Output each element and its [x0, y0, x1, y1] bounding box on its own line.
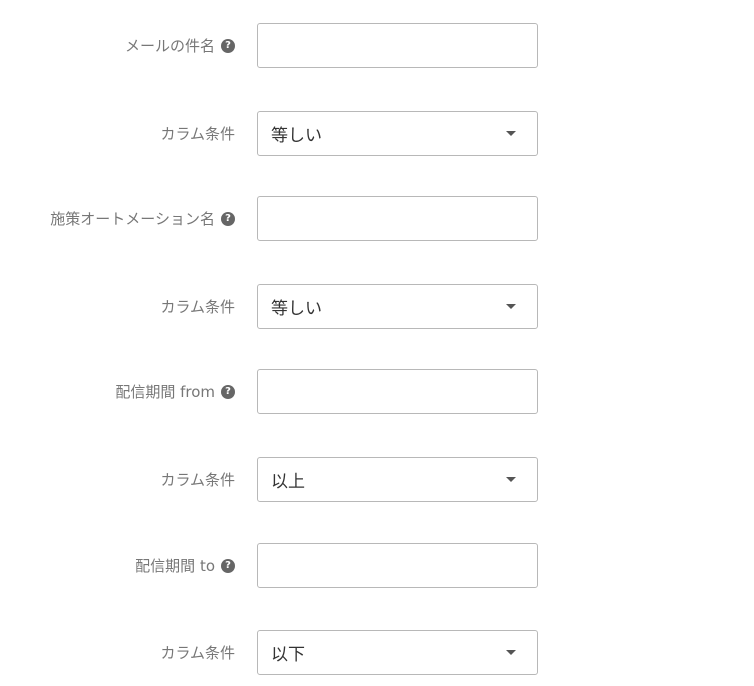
field-label: 施策オートメーション名 — [50, 210, 215, 228]
help-icon[interactable]: ? — [221, 384, 235, 399]
delivery-from-input[interactable] — [257, 369, 538, 414]
field-label: カラム条件 — [160, 471, 235, 489]
select-value: 以上 — [271, 472, 305, 492]
help-icon[interactable]: ? — [221, 211, 235, 226]
form-row-delivery-to: 配信期間 to ? — [0, 543, 754, 588]
form-row-automation-name: 施策オートメーション名 ? — [0, 196, 754, 241]
field-label-container: カラム条件 — [160, 111, 235, 156]
caret-down-icon — [506, 477, 516, 482]
form-row-column-condition: カラム条件 以下 — [0, 630, 754, 675]
help-icon[interactable]: ? — [221, 558, 235, 573]
field-label: 配信期間 from — [115, 383, 215, 401]
help-icon[interactable]: ? — [221, 38, 235, 53]
field-label: カラム条件 — [160, 298, 235, 316]
field-label-container: 施策オートメーション名 ? — [50, 196, 235, 241]
field-label-container: カラム条件 — [160, 457, 235, 502]
field-label-container: カラム条件 — [160, 284, 235, 329]
field-label: 配信期間 to — [135, 557, 215, 575]
form-row-mail-subject: メールの件名 ? — [0, 23, 754, 68]
delivery-to-input[interactable] — [257, 543, 538, 588]
form-row-column-condition: カラム条件 等しい — [0, 111, 754, 156]
caret-down-icon — [506, 304, 516, 309]
column-condition-select[interactable]: 等しい — [257, 111, 538, 156]
form-row-column-condition: カラム条件 等しい — [0, 284, 754, 329]
field-label: メールの件名 — [124, 37, 215, 55]
select-value: 等しい — [271, 299, 322, 319]
field-label-container: 配信期間 from ? — [115, 369, 235, 414]
field-label: カラム条件 — [160, 125, 235, 143]
automation-name-input[interactable] — [257, 196, 538, 241]
field-label-container: カラム条件 — [160, 630, 235, 675]
caret-down-icon — [506, 131, 516, 136]
select-value: 等しい — [271, 126, 322, 146]
column-condition-select[interactable]: 以下 — [257, 630, 538, 675]
form-row-delivery-from: 配信期間 from ? — [0, 369, 754, 414]
field-label-container: メールの件名 ? — [125, 23, 235, 68]
column-condition-select[interactable]: 以上 — [257, 457, 538, 502]
select-value: 以下 — [271, 645, 305, 665]
column-condition-select[interactable]: 等しい — [257, 284, 538, 329]
form-row-column-condition: カラム条件 以上 — [0, 457, 754, 502]
field-label-container: 配信期間 to ? — [135, 543, 235, 588]
field-label: カラム条件 — [160, 644, 235, 662]
caret-down-icon — [506, 650, 516, 655]
mail-subject-input[interactable] — [257, 23, 538, 68]
